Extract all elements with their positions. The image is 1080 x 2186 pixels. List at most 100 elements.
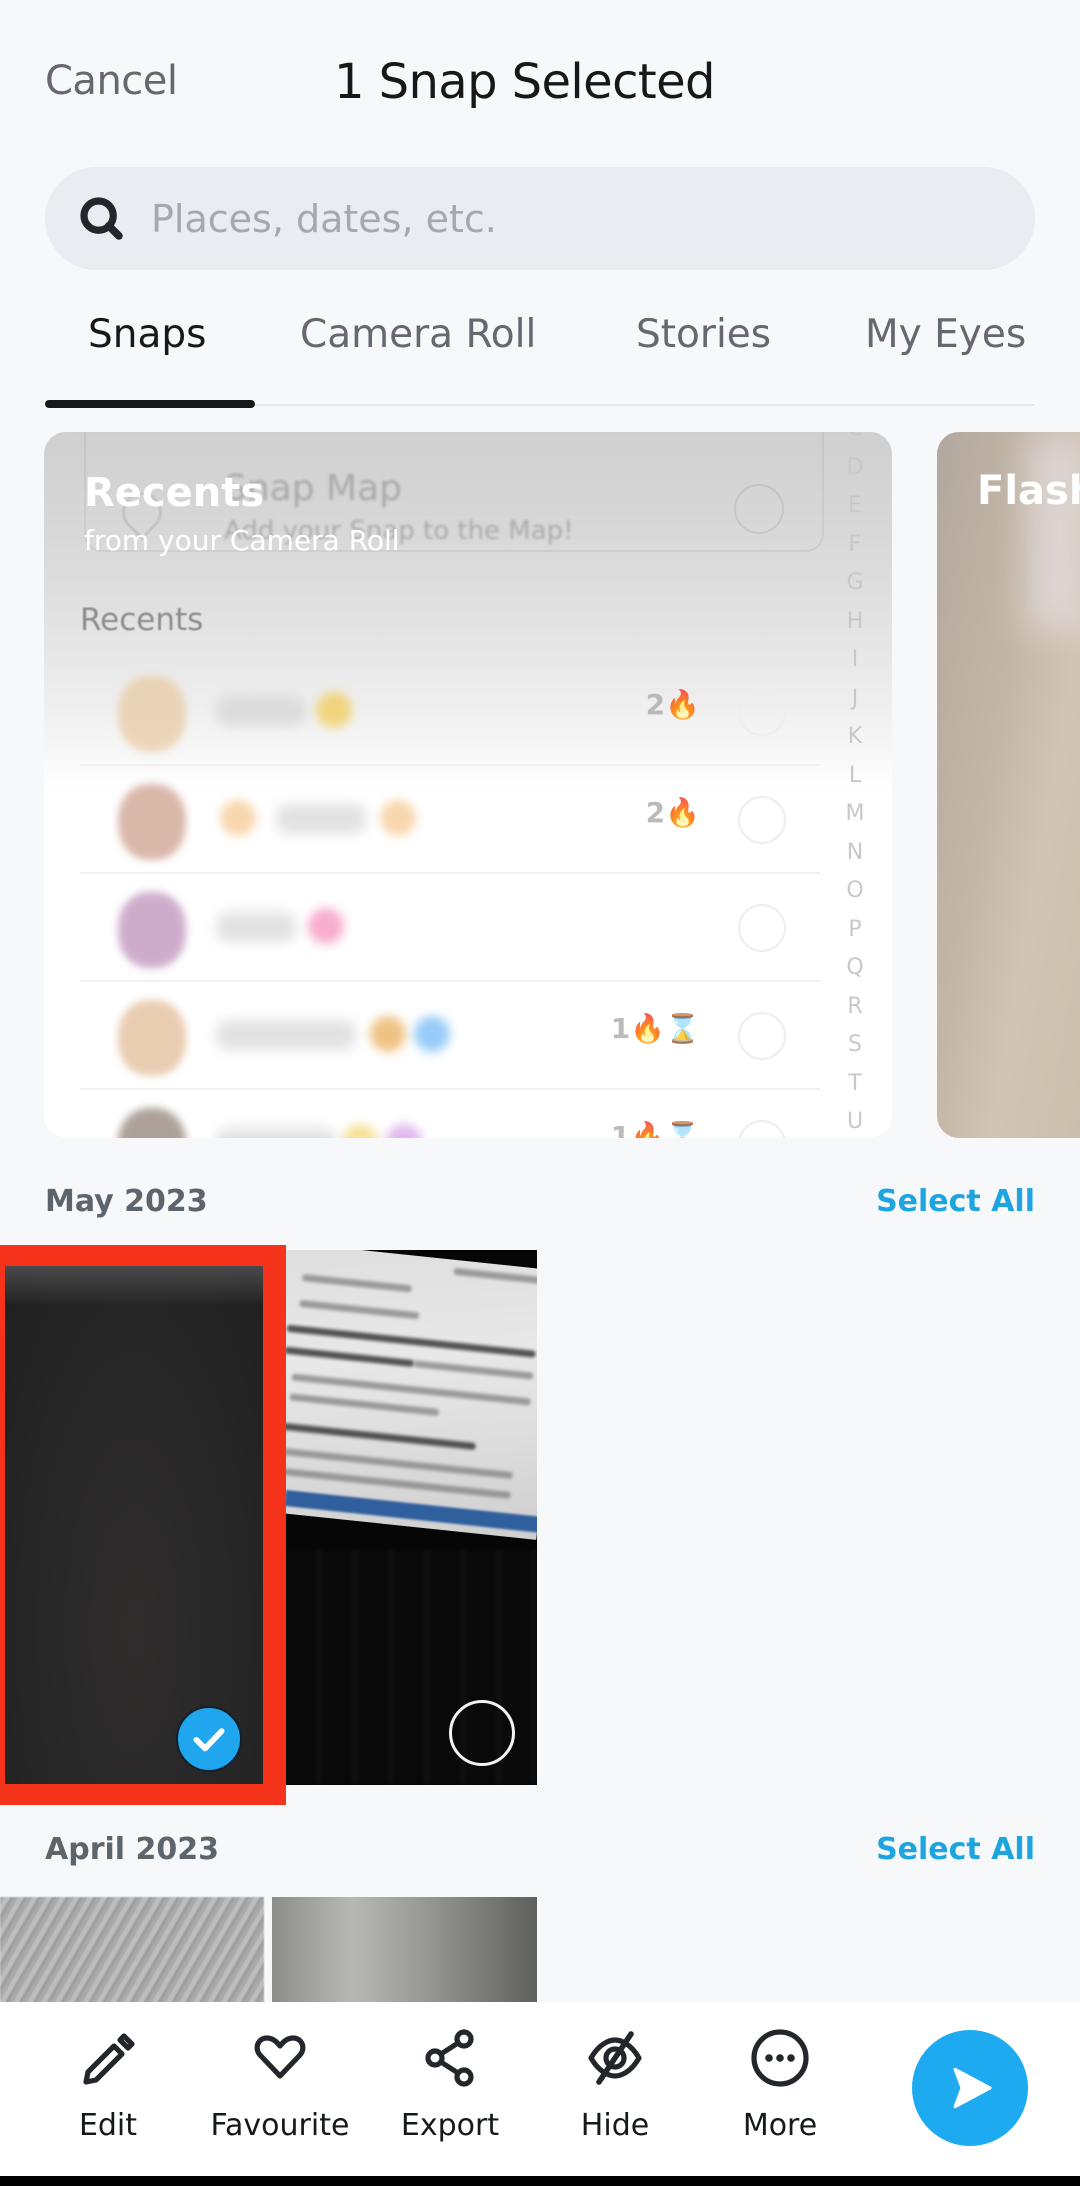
- emoji-icon: [414, 1016, 450, 1052]
- alphabet-index-letter: U: [846, 1109, 864, 1134]
- checkmark-icon: [193, 1728, 225, 1752]
- alphabet-index-letter: F: [848, 531, 862, 557]
- thumbnail-glare: [5, 1266, 263, 1306]
- alphabet-index-letter: G: [846, 570, 864, 595]
- friend-name-blurred: [216, 912, 296, 942]
- export-button[interactable]: Export: [370, 2002, 530, 2176]
- streak-count: 2🔥: [645, 796, 700, 829]
- snap-thumbnail[interactable]: [272, 1897, 537, 2007]
- search-icon: [80, 196, 123, 240]
- alphabet-index-letter: I: [851, 647, 859, 672]
- select-all-may-2023[interactable]: Select All: [876, 1184, 1035, 1219]
- emoji-icon: [316, 692, 352, 728]
- selected-check-badge[interactable]: [176, 1706, 242, 1772]
- page-title: 1 Snap Selected: [334, 54, 716, 110]
- alphabet-index-letter: P: [848, 916, 862, 942]
- tab-stories[interactable]: Stories: [636, 312, 771, 357]
- snap-thumbnail-selected[interactable]: [5, 1266, 263, 1784]
- emoji-icon: [380, 800, 416, 836]
- friend-name-blurred: [216, 1128, 336, 1138]
- streak-count: 1🔥⌛: [610, 1120, 700, 1138]
- streak-count: 2🔥: [645, 688, 700, 721]
- emoji-icon: [220, 800, 256, 836]
- recents-card-subtitle: from your Camera Roll: [84, 524, 400, 557]
- friend-preview-row: 2🔥: [80, 658, 820, 766]
- alphabet-index-letter: H: [846, 608, 864, 634]
- alphabet-index-letter: N: [846, 839, 864, 865]
- send-arrow-icon: [953, 2067, 992, 2109]
- alphabet-index-letter: S: [848, 1032, 862, 1057]
- unselected-radio[interactable]: [449, 1700, 515, 1766]
- alphabet-index-letter: R: [847, 993, 863, 1019]
- edit-label: Edit: [78, 2108, 138, 2143]
- select-radio: [738, 796, 786, 844]
- search-bar[interactable]: [45, 167, 1035, 270]
- more-button[interactable]: More: [700, 2002, 860, 2176]
- avatar: [118, 676, 186, 752]
- tab-camera-roll[interactable]: Camera Roll: [300, 312, 536, 357]
- tab-bar: Snaps Camera Roll Stories My Eyes: [0, 312, 1080, 407]
- alphabet-index-letter: Q: [846, 955, 864, 980]
- active-tab-indicator: [45, 400, 255, 408]
- eye-slash-icon: [588, 2031, 642, 2085]
- avatar: [118, 1000, 186, 1076]
- hide-label: Hide: [580, 2108, 650, 2143]
- tab-my-eyes[interactable]: My Eyes: [865, 312, 1026, 357]
- emoji-icon: [386, 1124, 422, 1138]
- export-label: Export: [400, 2108, 500, 2143]
- send-button[interactable]: [912, 2030, 1028, 2146]
- more-icon: [751, 2029, 809, 2087]
- friends-preview-list: 2🔥 2🔥 1🔥⌛ 1🔥⌛: [80, 658, 820, 1138]
- emoji-icon: [342, 1124, 378, 1138]
- alphabet-index-letter: C: [847, 432, 862, 449]
- emoji-icon: [308, 908, 344, 944]
- alphabet-index-letter: T: [848, 1070, 862, 1096]
- system-nav-bar: [0, 2176, 1080, 2186]
- alphabet-index-letter: E: [848, 493, 862, 518]
- cancel-button[interactable]: Cancel: [45, 58, 178, 104]
- friend-preview-row: 1🔥⌛: [80, 1090, 820, 1138]
- recents-preview-label: Recents: [80, 602, 204, 638]
- edit-button[interactable]: Edit: [28, 2002, 188, 2176]
- recents-card-title: Recents: [84, 470, 265, 516]
- emoji-icon: [370, 1016, 406, 1052]
- pencil-icon: [83, 2033, 135, 2085]
- card-image-highlight: [1027, 432, 1080, 632]
- alphabet-index-letter: L: [848, 762, 862, 788]
- snap-thumbnail[interactable]: [0, 1897, 264, 2007]
- share-icon: [425, 2029, 474, 2087]
- select-radio: [738, 904, 786, 952]
- avatar: [118, 892, 186, 968]
- streak-count: 1🔥⌛: [610, 1012, 700, 1045]
- tab-snaps[interactable]: Snaps: [88, 312, 206, 357]
- alphabet-index-letter: K: [847, 724, 863, 749]
- select-radio: [738, 688, 786, 736]
- select-radio: [738, 1012, 786, 1060]
- alphabet-index-letter: D: [846, 454, 864, 480]
- flashback-card[interactable]: Flash: [937, 432, 1080, 1138]
- select-all-april-2023[interactable]: Select All: [876, 1832, 1035, 1867]
- select-radio: [738, 1120, 786, 1138]
- recents-card[interactable]: Snap Map Add your Snap to the Map! Recen…: [44, 432, 892, 1138]
- alphabet-index: CDEFGHIJKLMNOPQRSTU: [840, 432, 870, 1138]
- friend-name-blurred: [216, 696, 306, 726]
- snap-map-preview-radio: [734, 484, 784, 534]
- search-input[interactable]: [151, 196, 1001, 241]
- flashback-card-title: Flash: [977, 468, 1080, 514]
- friend-preview-row: 1🔥⌛: [80, 982, 820, 1090]
- friend-name-blurred: [216, 1020, 356, 1050]
- more-label: More: [742, 2108, 818, 2143]
- heart-icon: [254, 2035, 306, 2079]
- friend-preview-row: [80, 874, 820, 982]
- section-title-april-2023: April 2023: [45, 1832, 219, 1867]
- favourite-label: Favourite: [210, 2108, 350, 2143]
- favourite-button[interactable]: Favourite: [200, 2002, 360, 2176]
- friend-preview-row: 2🔥: [80, 766, 820, 874]
- avatar: [118, 1108, 186, 1138]
- hide-button[interactable]: Hide: [535, 2002, 695, 2176]
- alphabet-index-letter: M: [845, 801, 865, 826]
- friend-name-blurred: [276, 804, 366, 834]
- alphabet-index-letter: O: [846, 878, 864, 903]
- avatar: [118, 784, 186, 860]
- section-title-may-2023: May 2023: [45, 1184, 208, 1219]
